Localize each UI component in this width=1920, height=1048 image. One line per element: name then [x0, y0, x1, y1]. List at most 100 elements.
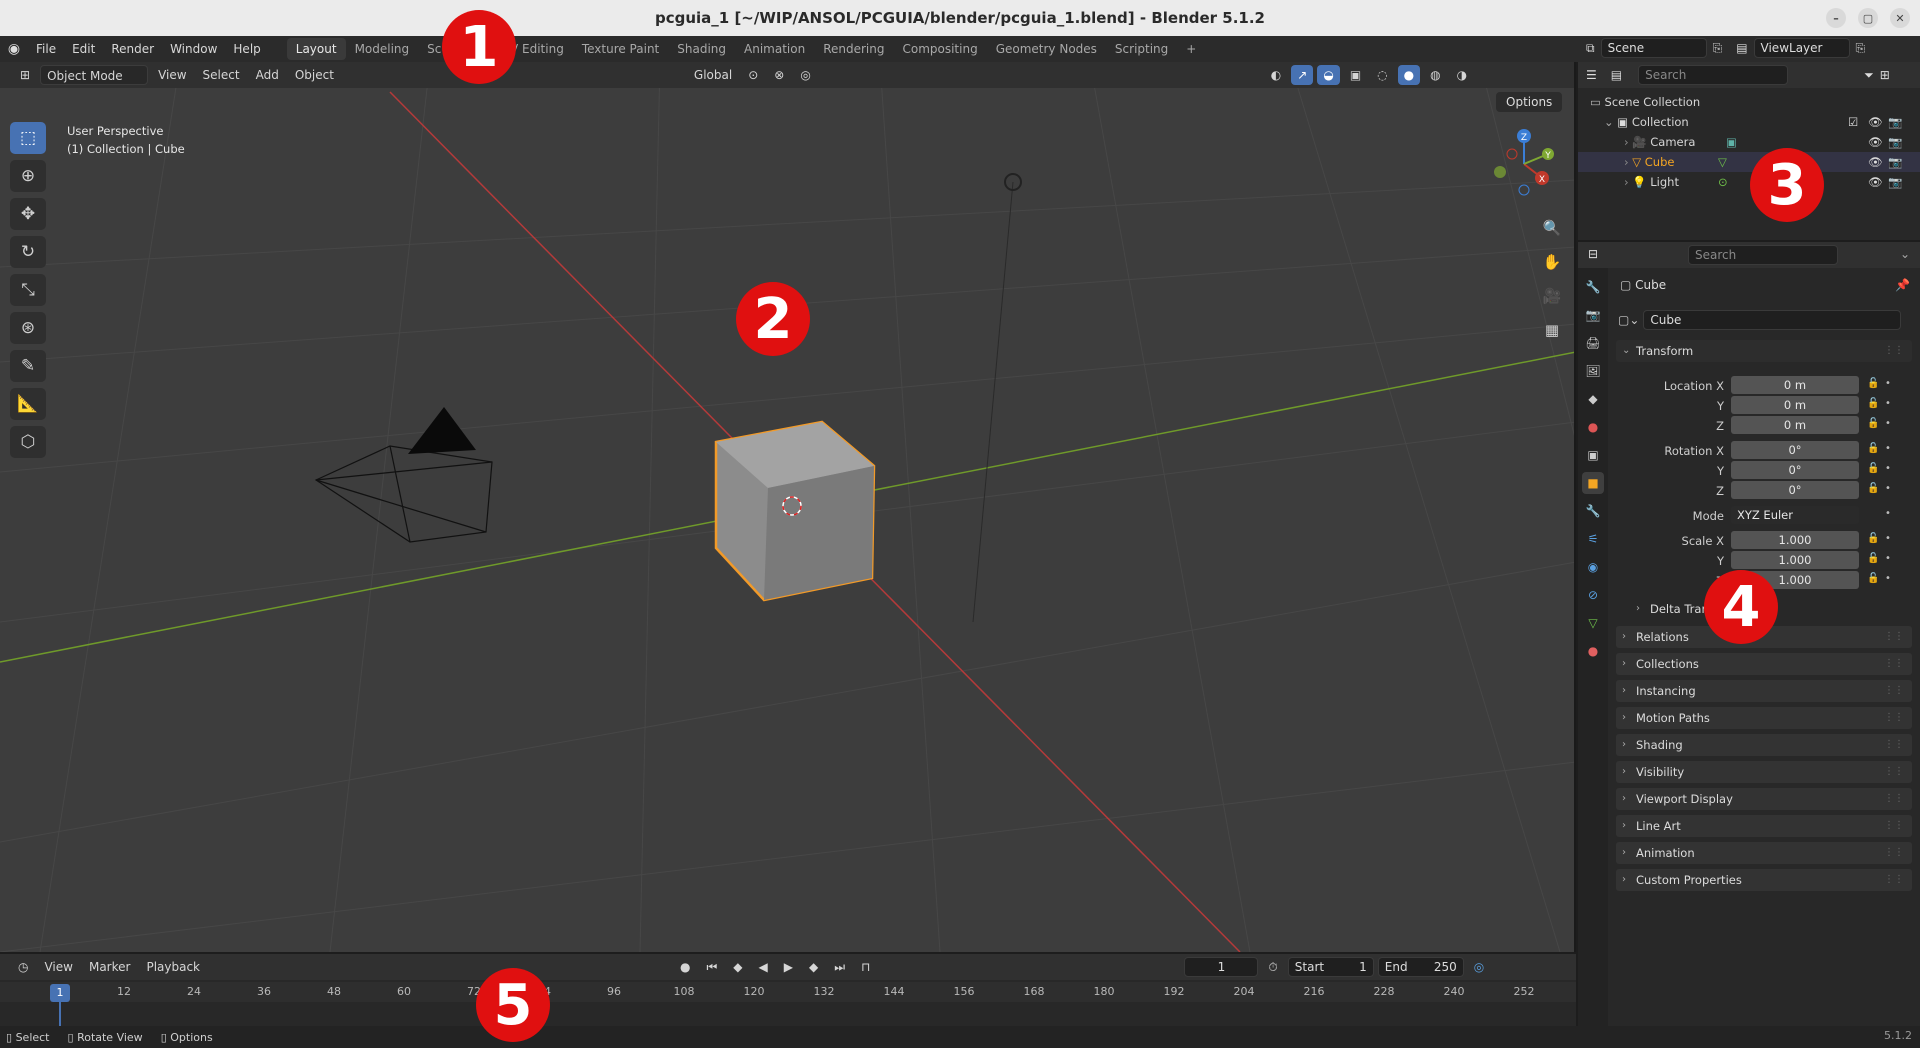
lock-icon[interactable]: 🔓 — [1867, 483, 1879, 494]
outliner-item-cube[interactable]: › ▽ Cube ▽ 👁 📷 — [1578, 152, 1920, 172]
tab-shading[interactable]: Shading — [668, 38, 735, 60]
play-reverse-icon[interactable]: ◀ — [753, 957, 774, 977]
menu-file[interactable]: File — [28, 38, 64, 60]
end-frame-field[interactable]: End 250 — [1377, 957, 1464, 977]
lock-icon[interactable]: 🔓 — [1867, 573, 1879, 584]
scene-collection-row[interactable]: ▭ Scene Collection — [1578, 92, 1920, 112]
shading-material-icon[interactable]: ◍ — [1424, 65, 1446, 85]
move-tool[interactable]: ✥ — [10, 198, 46, 230]
world-tab-icon[interactable]: ● — [1582, 416, 1604, 438]
visibility-panel-header[interactable]: › Visibility ⋮⋮ — [1616, 761, 1912, 783]
scale-tool[interactable]: ⤡ — [10, 274, 46, 306]
tab-geometry-nodes[interactable]: Geometry Nodes — [987, 38, 1106, 60]
lock-icon[interactable]: 🔓 — [1867, 418, 1879, 429]
shading-solid-icon[interactable]: ● — [1397, 65, 1421, 85]
material-tab-icon[interactable]: ● — [1582, 640, 1604, 662]
menu-render[interactable]: Render — [103, 38, 162, 60]
render-camera-icon[interactable]: 📷 — [1888, 132, 1902, 152]
tab-texture-paint[interactable]: Texture Paint — [573, 38, 668, 60]
keyframe-dot[interactable]: • — [1885, 398, 1891, 409]
eye-icon[interactable]: 👁 — [1868, 132, 1883, 152]
rotation-x-field[interactable]: 0° — [1731, 441, 1859, 459]
scale-x-field[interactable]: 1.000 — [1731, 531, 1859, 549]
instancing-panel-header[interactable]: › Instancing ⋮⋮ — [1616, 680, 1912, 702]
cube-object[interactable] — [714, 420, 876, 602]
shading-panel-header[interactable]: › Shading ⋮⋮ — [1616, 734, 1912, 756]
add-workspace-button[interactable]: + — [1177, 38, 1205, 60]
measure-tool[interactable]: 📐 — [10, 388, 46, 420]
tab-layout[interactable]: Layout — [286, 38, 346, 60]
render-camera-icon[interactable]: 📷 — [1888, 112, 1902, 132]
play-icon[interactable]: ▶ — [778, 957, 799, 977]
lock-icon[interactable]: 🔓 — [1867, 553, 1879, 564]
annotate-tool[interactable]: ✎ — [10, 350, 46, 382]
animation-panel-header[interactable]: › Animation ⋮⋮ — [1616, 842, 1912, 864]
pan-hand-icon[interactable]: ✋ — [1536, 248, 1568, 276]
properties-editor-icon[interactable]: ⊟ — [1588, 247, 1598, 261]
perspective-grid-icon[interactable]: ▦ — [1536, 316, 1568, 344]
view-layer-field[interactable]: ViewLayer — [1753, 38, 1850, 58]
editor-type-icon[interactable]: ⊞ — [14, 65, 36, 85]
rotation-mode-dropdown[interactable]: XYZ Euler — [1731, 506, 1859, 524]
mesh-data-icon[interactable]: ▽ — [1718, 152, 1727, 172]
prev-keyframe-icon[interactable]: ◆ — [727, 957, 748, 977]
visibility-icon[interactable]: ◐ — [1265, 65, 1287, 85]
lock-icon[interactable]: 🔓 — [1867, 443, 1879, 454]
menu-edit[interactable]: Edit — [64, 38, 103, 60]
keyframe-dot[interactable]: • — [1885, 533, 1891, 544]
keyframe-dot[interactable]: • — [1885, 573, 1891, 584]
scale-y-field[interactable]: 1.000 — [1731, 551, 1859, 569]
outliner-search-input[interactable]: Search — [1638, 65, 1789, 85]
minimize-button[interactable]: – — [1826, 8, 1846, 28]
keyframe-dot[interactable]: • — [1885, 418, 1891, 429]
display-mode-icon[interactable]: ▤ — [1611, 68, 1622, 82]
tab-compositing[interactable]: Compositing — [893, 38, 986, 60]
tab-animation[interactable]: Animation — [735, 38, 814, 60]
eye-icon[interactable]: 👁 — [1868, 172, 1883, 192]
menu-help[interactable]: Help — [225, 38, 268, 60]
collection-tab-icon[interactable]: ▣ — [1582, 444, 1604, 466]
outliner-item-light[interactable]: › 💡 Light ⊙ 👁 📷 — [1578, 172, 1920, 192]
gizmo-toggle-icon[interactable]: ↗ — [1291, 65, 1314, 85]
exclude-checkbox[interactable]: ☑ — [1848, 112, 1858, 132]
properties-options-icon[interactable]: ⌄ — [1900, 247, 1910, 261]
outliner-item-camera[interactable]: › 🎥 Camera ▣ 👁 📷 — [1578, 132, 1920, 152]
location-x-field[interactable]: 0 m — [1731, 376, 1859, 394]
jump-end-icon[interactable]: ⏭ — [828, 957, 851, 977]
render-camera-icon[interactable]: 📷 — [1888, 152, 1902, 172]
properties-search-input[interactable]: Search — [1688, 245, 1838, 265]
object-tab-icon[interactable]: ■ — [1582, 472, 1604, 494]
new-collection-icon[interactable]: ⊞ — [1880, 68, 1890, 82]
keyframe-dot[interactable]: • — [1885, 553, 1891, 564]
tab-rendering[interactable]: Rendering — [814, 38, 893, 60]
constraints-tab-icon[interactable]: ⊘ — [1582, 584, 1604, 606]
next-keyframe-icon[interactable]: ◆ — [803, 957, 824, 977]
render-camera-icon[interactable]: 📷 — [1888, 172, 1902, 192]
3d-viewport[interactable]: ⊞ Object Mode View Select Add Object Glo… — [0, 62, 1576, 952]
keyframe-dot[interactable]: • — [1885, 463, 1891, 474]
object-name-field[interactable]: Cube — [1643, 310, 1902, 330]
custom-properties-panel-header[interactable]: › Custom Properties ⋮⋮ — [1616, 869, 1912, 891]
blender-logo-icon[interactable]: ◉ — [0, 41, 28, 57]
keyframe-dot[interactable]: • — [1885, 508, 1891, 519]
tab-modeling[interactable]: Modeling — [346, 38, 419, 60]
current-frame-field[interactable]: 1 — [1184, 957, 1259, 977]
output-tab-icon[interactable]: 🖨 — [1582, 332, 1604, 354]
light-data-icon[interactable]: ⊙ — [1718, 172, 1728, 192]
tl-menu-playback[interactable]: Playback — [140, 957, 206, 977]
timeline-editor[interactable]: ◷ View Marker Playback ● ⏮ ◆ ◀ ▶ ◆ ⏭ ⊓ 1… — [0, 954, 1576, 1026]
particles-tab-icon[interactable]: ⚟ — [1582, 528, 1604, 550]
vp-menu-select[interactable]: Select — [197, 65, 246, 85]
eye-icon[interactable]: 👁 — [1868, 112, 1883, 132]
rotate-tool[interactable]: ↻ — [10, 236, 46, 268]
transform-tool[interactable]: ⊛ — [10, 312, 46, 344]
navigation-gizmo[interactable]: Z X Y — [1484, 126, 1574, 196]
menu-window[interactable]: Window — [162, 38, 225, 60]
collection-row[interactable]: ⌄ ▣ Collection ☑ 👁 📷 — [1578, 112, 1920, 132]
outliner-editor-icon[interactable]: ☰ — [1586, 68, 1597, 82]
location-y-field[interactable]: 0 m — [1731, 396, 1859, 414]
render-tab-icon[interactable]: 📷 — [1582, 304, 1604, 326]
scene-icon[interactable]: ⧉ — [1586, 41, 1595, 56]
new-scene-icon[interactable]: ⎘ — [1713, 41, 1723, 56]
snap-icon[interactable]: ⊗ — [768, 65, 790, 85]
